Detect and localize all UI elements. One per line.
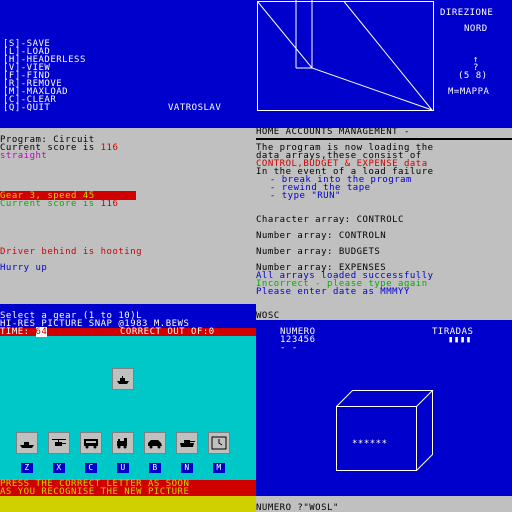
ship-icon	[117, 376, 129, 384]
option-tank[interactable]	[176, 432, 198, 454]
num-array-control: Number array: CONTROLN	[256, 231, 387, 241]
option-ship[interactable]	[16, 432, 38, 454]
dice-panel: NUMERO 123456 - - TIRADAS ▮▮▮▮ ****** NU…	[256, 320, 512, 512]
author-label: VATROSLAV	[168, 103, 222, 113]
current-picture	[112, 368, 134, 390]
time-value: 64	[35, 327, 48, 337]
letter-key-m[interactable]: M	[213, 463, 225, 473]
letter-key-n[interactable]: N	[181, 463, 193, 473]
date-prompt: Please enter date as MMMYY	[256, 287, 410, 297]
option-helicopter[interactable]	[48, 432, 70, 454]
option-car[interactable]	[144, 432, 166, 454]
racing-panel: Program: Circuit Current score is 116 st…	[0, 128, 256, 304]
picture-snap-panel: Select a gear (1 to 10)L HI-RES PICTURE …	[0, 304, 256, 512]
option-clock[interactable]	[208, 432, 230, 454]
title-divider	[256, 138, 512, 140]
cup-box-icon	[336, 390, 434, 471]
score2-value: 116	[100, 199, 119, 209]
accounts-panel: HOME ACCOUNTS MANAGEMENT - The program i…	[256, 128, 512, 320]
score2-label: Current score is	[0, 199, 101, 209]
direction-value: NORD	[464, 24, 488, 34]
correct-counter: CORRECT OUT OF:0	[120, 327, 215, 337]
letter-key-c[interactable]: C	[85, 463, 97, 473]
char-array-label: Character array: CONTROLC	[256, 215, 404, 225]
letter-key-b[interactable]: B	[149, 463, 161, 473]
train-icon	[117, 438, 127, 449]
date-input[interactable]: WOSC	[256, 312, 280, 321]
letter-key-x[interactable]: X	[53, 463, 65, 473]
option-train[interactable]	[112, 432, 134, 454]
num-array-budgets: Number array: BUDGETS	[256, 247, 381, 257]
info-line-7: - type "RUN"	[264, 191, 341, 201]
maze-panel: DIREZIONE NORD ↑ ? (5 8) M=MAPPA	[256, 0, 512, 128]
letter-key-z[interactable]: Z	[21, 463, 33, 473]
direction-title: DIREZIONE	[440, 8, 494, 18]
clock-icon	[211, 436, 227, 450]
menu-item-quit[interactable]: [Q]-QUIT	[3, 104, 50, 113]
score-value: 116	[100, 143, 119, 153]
yellow-border	[0, 496, 256, 512]
driver-warning: Driver behind is hooting	[0, 247, 143, 257]
footer-line-2: AS YOU RECOGNISE THE NEW PICTURE	[0, 487, 190, 497]
hurry-message: Hurry up	[0, 263, 48, 273]
tank-icon	[180, 440, 195, 447]
range-label: (5 8)	[458, 71, 488, 81]
time-label: TIME:	[0, 327, 36, 337]
letter-key-u[interactable]: U	[117, 463, 129, 473]
map-hint: M=MAPPA	[448, 87, 490, 97]
car-icon	[148, 440, 162, 449]
accounts-title: HOME ACCOUNTS MANAGEMENT -	[256, 128, 410, 137]
bus-icon	[84, 439, 98, 449]
ship-icon	[20, 442, 34, 448]
track-status: straight	[0, 151, 48, 161]
option-bus[interactable]	[80, 432, 102, 454]
numero-prompt[interactable]: NUMERO ?"WOSL"	[256, 504, 339, 512]
file-menu-panel: [S]-SAVE [L]-LOAD [H]-HEADERLESS [V]-VIE…	[0, 0, 256, 128]
helicopter-icon	[52, 439, 66, 446]
hidden-number: ******	[352, 439, 388, 449]
